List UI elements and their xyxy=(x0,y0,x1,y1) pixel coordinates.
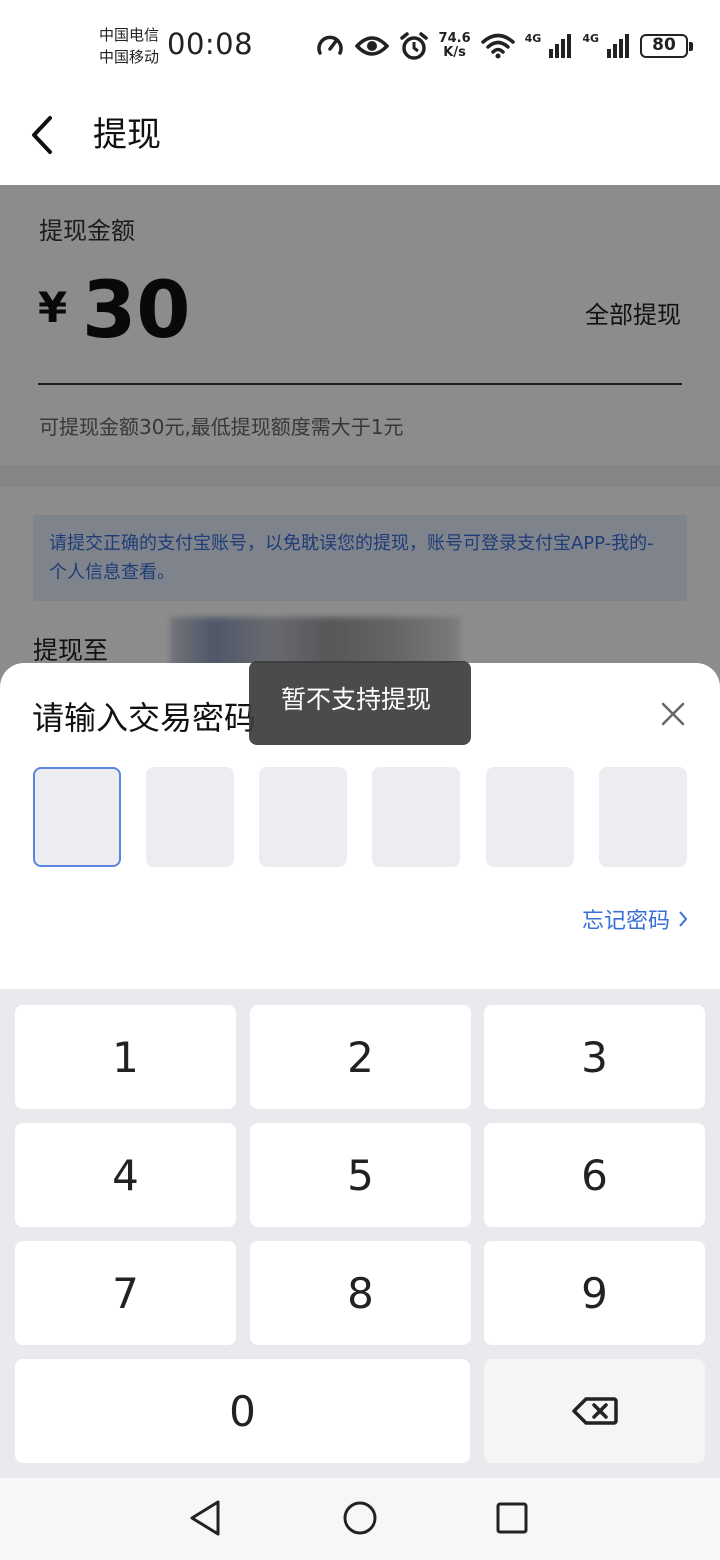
carrier-2: 中国移动 xyxy=(99,48,160,66)
nav-home-icon[interactable] xyxy=(340,1498,380,1538)
signal-icon xyxy=(549,34,572,58)
close-icon[interactable] xyxy=(660,701,686,727)
wifi-icon xyxy=(480,33,515,59)
nav-bar: 提现 xyxy=(0,90,720,185)
key-2[interactable]: 2 xyxy=(250,1005,471,1109)
status-bar: 中国电信 中国移动 00:08 74.6 K/s 4G 4G 80 xyxy=(0,0,720,90)
battery-icon: 80 xyxy=(640,34,693,58)
speedometer-icon xyxy=(316,35,343,55)
key-9[interactable]: 9 xyxy=(484,1241,705,1345)
alarm-icon xyxy=(399,32,428,60)
pin-input[interactable] xyxy=(33,767,687,867)
signal-icon xyxy=(607,34,629,58)
forgot-password-label: 忘记密码 xyxy=(581,909,670,934)
system-nav-bar xyxy=(0,1478,720,1560)
key-8[interactable]: 8 xyxy=(250,1241,471,1345)
backspace-icon xyxy=(571,1397,618,1425)
network-speed: 74.6 K/s xyxy=(438,31,471,60)
key-1[interactable]: 1 xyxy=(15,1005,236,1109)
status-icons: 74.6 K/s 4G 4G 80 xyxy=(315,28,693,64)
key-5[interactable]: 5 xyxy=(250,1123,471,1227)
page-title: 提现 xyxy=(93,115,161,155)
key-4[interactable]: 4 xyxy=(15,1123,236,1227)
nav-recents-icon[interactable] xyxy=(492,1498,532,1538)
signal-2-label: 4G xyxy=(582,32,599,45)
pin-digit-box[interactable] xyxy=(259,767,347,867)
nav-back-icon[interactable] xyxy=(186,1498,226,1538)
eye-icon xyxy=(354,36,389,56)
key-7[interactable]: 7 xyxy=(15,1241,236,1345)
pin-digit-box[interactable] xyxy=(486,767,574,867)
key-6[interactable]: 6 xyxy=(484,1123,705,1227)
key-0[interactable]: 0 xyxy=(15,1359,470,1463)
clock: 00:08 xyxy=(167,27,254,61)
sheet-title: 请输入交易密码 xyxy=(32,699,257,737)
toast-message: 暂不支持提现 xyxy=(249,661,471,745)
pin-digit-box[interactable] xyxy=(599,767,687,867)
signal-1-label: 4G xyxy=(524,32,542,45)
password-sheet: 请输入交易密码 忘记密码 1 2 3 4 5 6 7 8 9 0 xyxy=(0,663,720,1560)
carrier-1: 中国电信 xyxy=(99,26,160,44)
numeric-keypad: 1 2 3 4 5 6 7 8 9 0 xyxy=(0,989,720,1478)
pin-digit-box[interactable] xyxy=(33,767,121,867)
key-3[interactable]: 3 xyxy=(484,1005,705,1109)
forgot-password-link[interactable]: 忘记密码 xyxy=(582,903,688,935)
pin-digit-box[interactable] xyxy=(146,767,234,867)
back-icon[interactable] xyxy=(22,110,62,160)
delete-key[interactable] xyxy=(484,1359,705,1463)
carrier-names: 中国电信 中国移动 xyxy=(99,24,159,68)
pin-digit-box[interactable] xyxy=(372,767,460,867)
chevron-right-icon xyxy=(679,911,688,927)
